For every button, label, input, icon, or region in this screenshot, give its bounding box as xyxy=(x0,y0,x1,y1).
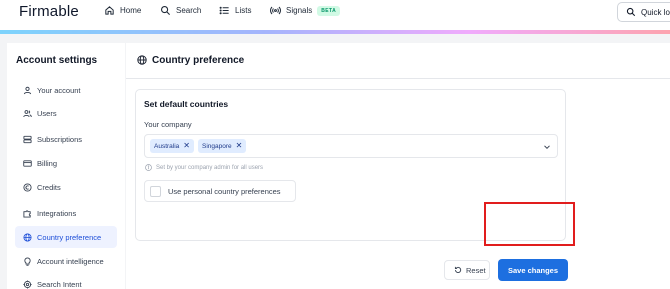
sidebar-item-label: Integrations xyxy=(37,208,77,218)
sidebar-item-label: Search Intent xyxy=(37,279,82,289)
sidebar-item-users[interactable]: Users xyxy=(15,102,117,124)
top-bar: Firmable Home Search Lists Signals BETA … xyxy=(0,0,670,33)
admin-hint: Set by your company admin for all users xyxy=(145,164,263,171)
close-icon[interactable]: ✕ xyxy=(183,142,190,150)
beta-badge: BETA xyxy=(317,5,341,16)
chip-label: Singapore xyxy=(202,142,232,150)
sidebar-item-label: Users xyxy=(37,108,57,118)
nav-search-label: Search xyxy=(176,6,202,15)
sidebar-item-billing[interactable]: Billing xyxy=(15,152,117,174)
chip-label: Australia xyxy=(154,142,180,150)
reset-icon xyxy=(454,266,462,274)
sidebar-item-country-preference[interactable]: Country preference xyxy=(15,226,117,248)
home-icon xyxy=(105,6,114,15)
sidebar-item-your-account[interactable]: Your account xyxy=(15,79,117,101)
save-changes-button[interactable]: Save changes xyxy=(498,259,568,281)
personal-preference-label: Use personal country preferences xyxy=(168,186,281,196)
globe-icon xyxy=(23,232,32,242)
sidebar-item-credits[interactable]: Credits xyxy=(15,176,117,198)
nav-lists-label: Lists xyxy=(235,6,252,15)
coin-icon xyxy=(23,182,32,192)
sidebar-item-label: Account intelligence xyxy=(37,256,104,266)
reset-label: Reset xyxy=(466,265,486,275)
user-icon xyxy=(23,86,32,94)
sidebar-item-integrations[interactable]: Integrations xyxy=(15,202,117,224)
bulb-icon xyxy=(24,257,31,266)
quick-lookup-input[interactable]: Quick loo xyxy=(617,2,670,22)
stack-icon xyxy=(23,135,32,143)
sidebar-item-label: Your account xyxy=(37,85,81,95)
personal-preference-option[interactable]: Use personal country preferences xyxy=(144,180,296,202)
list-icon xyxy=(219,6,229,15)
search-icon xyxy=(626,7,636,17)
highlight-annotation-box xyxy=(484,202,575,246)
sidebar-item-search-intent[interactable]: Search Intent xyxy=(15,273,117,289)
nav-signals[interactable]: Signals BETA xyxy=(270,5,341,16)
sidebar-item-label: Country preference xyxy=(37,232,102,242)
reset-button[interactable]: Reset xyxy=(444,260,490,280)
country-multiselect[interactable]: Australia ✕ Singapore ✕ xyxy=(144,134,558,158)
nav-home-label: Home xyxy=(120,6,142,15)
card-icon xyxy=(23,159,32,167)
country-chip-australia: Australia ✕ xyxy=(150,139,194,153)
users-icon xyxy=(23,109,32,117)
globe-icon xyxy=(137,55,147,65)
settings-sidebar: Account settings Your account Users Subs… xyxy=(7,43,125,289)
quick-lookup-label: Quick loo xyxy=(641,7,670,17)
nav-lists[interactable]: Lists xyxy=(219,5,251,16)
country-chip-singapore: Singapore ✕ xyxy=(198,139,247,153)
close-icon[interactable]: ✕ xyxy=(236,142,243,150)
puzzle-icon xyxy=(23,209,31,218)
info-icon xyxy=(145,164,152,171)
chevron-down-icon[interactable] xyxy=(543,143,551,151)
nav-signals-label: Signals xyxy=(286,6,313,15)
sidebar-item-label: Billing xyxy=(37,158,58,168)
sidebar-item-account-intelligence[interactable]: Account intelligence xyxy=(15,250,117,272)
target-icon xyxy=(23,279,32,289)
nav-search[interactable]: Search xyxy=(160,5,201,16)
admin-hint-text: Set by your company admin for all users xyxy=(156,164,264,171)
sidebar-title: Account settings xyxy=(16,55,98,66)
card-title: Set default countries xyxy=(144,99,229,109)
sidebar-item-subscriptions[interactable]: Subscriptions xyxy=(15,128,117,150)
sidebar-item-label: Credits xyxy=(37,182,61,192)
page-title: Country preference xyxy=(152,55,245,66)
main-header: Country preference xyxy=(126,43,670,79)
app-logo[interactable]: Firmable xyxy=(19,3,79,20)
personal-preference-checkbox[interactable] xyxy=(150,185,161,197)
main-panel: Country preference Set default countries… xyxy=(126,43,670,289)
signal-icon xyxy=(270,6,281,15)
sidebar-item-label: Subscriptions xyxy=(37,134,83,144)
company-field-label: Your company xyxy=(144,120,192,129)
nav-home[interactable]: Home xyxy=(104,5,141,16)
search-icon xyxy=(161,6,171,16)
